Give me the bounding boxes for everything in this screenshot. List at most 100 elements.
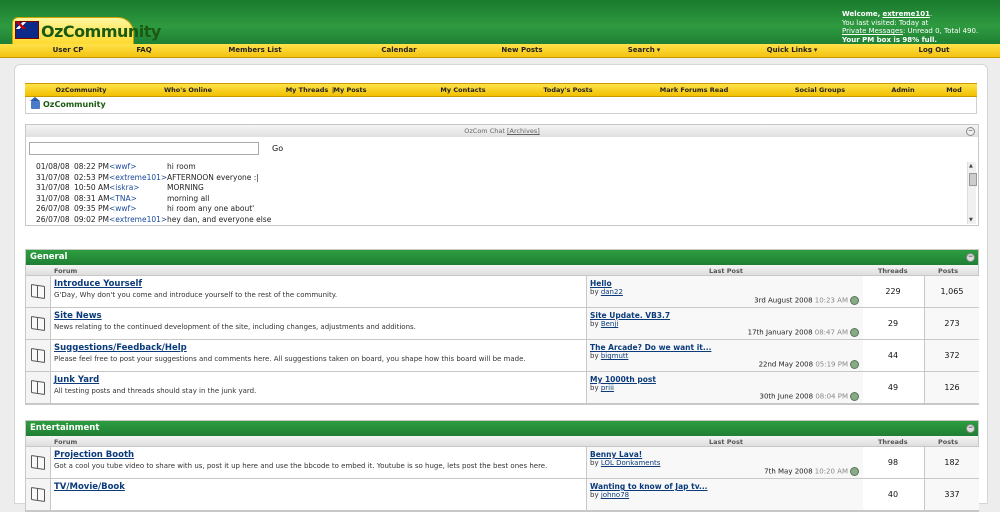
nav-members-list[interactable]: Members List xyxy=(228,46,281,54)
last-post-cell: Hello by dan22 3rd August 2008 10:23 AM xyxy=(586,276,864,307)
innernav-mark-forums-read[interactable]: Mark Forums Read xyxy=(660,86,728,94)
last-post-cell: The Arcade? Do we want it... by bigmutt 22… xyxy=(586,340,864,371)
go-to-last-post-icon[interactable] xyxy=(850,328,859,337)
chat-date: 26/07/08 xyxy=(36,214,70,224)
col-forum: Forum xyxy=(54,438,78,446)
last-post-by: by LOL Donkaments xyxy=(590,459,660,467)
last-post-user[interactable]: LOL Donkaments xyxy=(601,459,661,467)
last-post-cell: Site Update. VB3.7 by Benji 17th January 2… xyxy=(586,308,864,339)
last-post-cell: Wanting to know of Jap tv... by johno78 xyxy=(586,479,864,510)
innernav-my-contacts[interactable]: My Contacts xyxy=(440,86,485,94)
last-post-by-label: by xyxy=(590,491,599,499)
top-navbar: User CP FAQ Members List Calendar New Po… xyxy=(0,44,1000,58)
nav-calendar[interactable]: Calendar xyxy=(381,46,416,54)
collapse-icon[interactable]: − xyxy=(966,424,975,433)
innernav-my-threads[interactable]: My Threads xyxy=(286,86,329,94)
last-post-user[interactable]: priii xyxy=(601,384,614,392)
chat-time: 02:53 PM xyxy=(74,172,109,182)
chat-input[interactable] xyxy=(29,142,259,155)
forum-book-icon xyxy=(31,380,45,395)
forum-section: General − Forum Last Post Threads Posts Introd… xyxy=(25,249,979,405)
section-header[interactable]: Entertainment − xyxy=(26,421,978,436)
last-post-by: by dan22 xyxy=(590,288,623,296)
last-post-title[interactable]: Benny Lava! xyxy=(590,450,642,459)
last-post-date: 22nd May 2008 05:19 PM xyxy=(759,360,859,369)
scroll-down-icon[interactable]: ▼ xyxy=(969,217,973,223)
scroll-thumb[interactable] xyxy=(969,173,977,186)
last-post-title[interactable]: My 1000th post xyxy=(590,375,656,384)
last-post-user[interactable]: bigmutt xyxy=(601,352,629,360)
section-title[interactable]: General xyxy=(30,252,67,262)
chat-user[interactable]: <iskra> xyxy=(109,183,167,192)
nav-new-posts[interactable]: New Posts xyxy=(501,46,542,54)
chat-archives-link[interactable]: [Archives] xyxy=(507,127,540,135)
last-post-title[interactable]: Wanting to know of Jap tv... xyxy=(590,482,708,491)
collapse-icon[interactable]: − xyxy=(966,127,975,136)
innernav-social-groups[interactable]: Social Groups xyxy=(795,86,845,94)
site-logo[interactable]: OzCommunity xyxy=(12,17,161,46)
collapse-icon[interactable]: − xyxy=(966,253,975,262)
chat-date: 31/07/08 xyxy=(36,183,70,192)
innernav-todays-posts[interactable]: Today's Posts xyxy=(543,86,592,94)
nav-quick-links[interactable]: Quick Links xyxy=(767,46,818,54)
username-link[interactable]: extreme101 xyxy=(883,10,930,18)
chat-go-button[interactable]: Go xyxy=(272,144,283,153)
innernav-my-posts[interactable]: My Posts xyxy=(333,86,366,94)
chat-user[interactable]: <wwf> xyxy=(109,204,167,213)
section-title[interactable]: Entertainment xyxy=(30,423,99,433)
innernav-whos-online[interactable]: Who's Online xyxy=(164,86,212,94)
forum-status-cell xyxy=(26,276,51,307)
chat-scrollbar[interactable]: ▲ ▼ xyxy=(967,162,977,224)
go-to-last-post-icon[interactable] xyxy=(850,467,859,476)
last-post-user[interactable]: johno78 xyxy=(601,491,629,499)
forum-description: Got a cool you tube video to share with … xyxy=(54,462,548,470)
innernav-admin[interactable]: Admin xyxy=(891,86,914,94)
chat-text: MORNING xyxy=(167,183,204,192)
chat-user[interactable]: <wwf> xyxy=(109,162,167,171)
scroll-up-icon[interactable]: ▲ xyxy=(969,163,973,169)
innernav-mod[interactable]: Mod xyxy=(946,86,962,94)
last-post-title[interactable]: Hello xyxy=(590,279,612,288)
last-post-date-text: 17th January 2008 xyxy=(747,328,813,337)
forum-row: Junk Yard All testing posts and threads s… xyxy=(26,372,979,404)
forum-title-link[interactable]: Introduce Yourself xyxy=(54,279,142,289)
last-post-by: by priii xyxy=(590,384,614,392)
breadcrumb-title[interactable]: OzCommunity xyxy=(43,100,106,109)
australian-flag-icon xyxy=(15,21,39,39)
chat-user[interactable]: <extreme101> xyxy=(109,173,167,182)
chat-user[interactable]: <TNA> xyxy=(109,194,167,203)
last-post-date: 7th May 2008 10:20 AM xyxy=(764,467,859,476)
forum-title-link[interactable]: Projection Booth xyxy=(54,450,134,460)
last-post-user[interactable]: Benji xyxy=(601,320,618,328)
last-post-title[interactable]: The Arcade? Do we want it... xyxy=(590,343,711,352)
chat-time: 09:35 PM xyxy=(74,204,109,213)
private-messages-link[interactable]: Private Messages xyxy=(842,27,903,35)
forum-title-link[interactable]: TV/Movie/Book xyxy=(54,482,125,492)
chat-user[interactable]: <extreme101> xyxy=(109,215,167,224)
nav-faq[interactable]: FAQ xyxy=(136,46,151,54)
forum-title-link[interactable]: Site News xyxy=(54,311,102,321)
col-last-post: Last Post xyxy=(709,438,743,446)
last-post-user[interactable]: dan22 xyxy=(601,288,623,296)
thread-count: 229 xyxy=(863,276,923,307)
go-to-last-post-icon[interactable] xyxy=(850,392,859,401)
chat-text: hi room xyxy=(167,162,196,171)
forum-title-link[interactable]: Junk Yard xyxy=(54,375,99,385)
chat-time: 09:02 PM xyxy=(74,214,109,224)
post-count: 372 xyxy=(924,340,979,371)
chat-text: AFTERNOON everyone :| xyxy=(167,172,259,182)
last-post-title[interactable]: Site Update. VB3.7 xyxy=(590,311,670,320)
innernav-ozcommunity[interactable]: OzCommunity xyxy=(56,86,107,94)
nav-search[interactable]: Search xyxy=(628,46,661,54)
go-to-last-post-icon[interactable] xyxy=(850,296,859,305)
nav-user-cp[interactable]: User CP xyxy=(53,46,84,54)
chat-date: 31/07/08 xyxy=(36,172,70,182)
post-count: 337 xyxy=(924,479,979,510)
go-to-last-post-icon[interactable] xyxy=(850,360,859,369)
home-icon[interactable] xyxy=(30,97,40,109)
forum-title-link[interactable]: Suggestions/Feedback/Help xyxy=(54,343,187,353)
col-threads: Threads xyxy=(878,438,908,446)
nav-log-out[interactable]: Log Out xyxy=(919,46,950,54)
section-header[interactable]: General − xyxy=(26,250,978,265)
last-post-time: 08:04 PM xyxy=(815,392,848,401)
